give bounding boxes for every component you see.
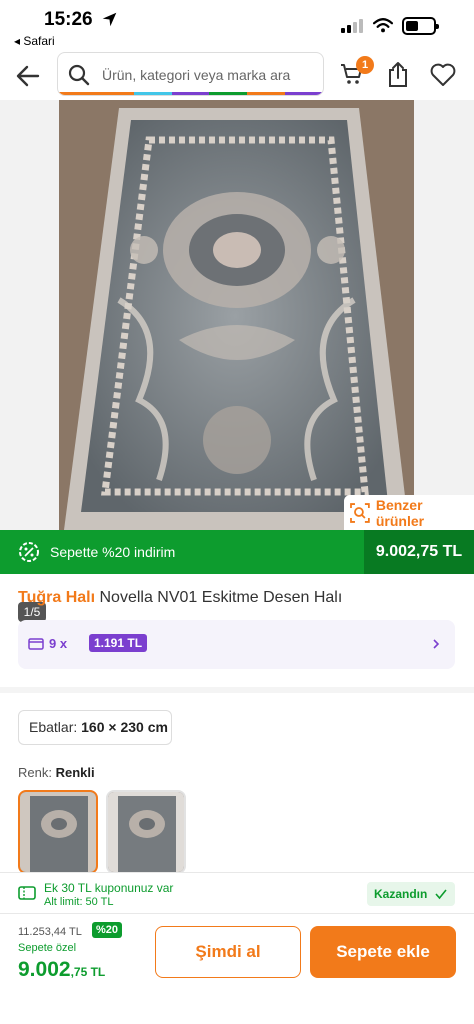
status-time: 15:26 [44,9,93,30]
signal-icon [341,19,363,33]
discount-badge-icon [19,542,39,562]
product-title: Tuğra Halı Novella NV01 Eskitme Desen Ha… [18,589,342,607]
size-value: 160 × 230 cm [81,719,168,735]
buy-now-button[interactable]: Şimdi al [155,926,301,978]
basket-special-label: Sepete özel [18,942,77,954]
search-placeholder: Ürün, kategori veya marka ara [102,67,291,83]
installment-count: 9 x [49,636,68,651]
coupon-won-label: Kazandın [374,887,428,901]
card-icon [28,638,44,650]
image-search-icon [350,502,370,523]
installment-amount: 1.191 TL [89,634,148,652]
location-arrow-icon [102,12,117,27]
discount-badge: %20 [92,922,123,938]
check-icon [435,889,447,900]
color-label-title: Renk: [18,765,52,780]
size-selector[interactable]: Ebatlar: 160 × 230 cm [18,710,172,745]
back-arrow-icon[interactable] [14,62,42,90]
wifi-icon [373,18,393,33]
color-variant[interactable] [106,790,186,874]
battery-icon [402,17,439,35]
similar-products-button[interactable]: Benzer ürünler [344,495,474,530]
coupon-icon [18,886,36,900]
basket-price-cents: ,75 TL [70,965,106,979]
color-label: Renk: Renkli [18,765,95,780]
promo-text: Sepette %20 indirim [50,544,176,560]
back-to-safari-link[interactable]: ◂ Safari [14,34,55,48]
share-icon[interactable] [387,61,409,88]
chevron-right-icon [433,639,440,649]
coupon-bar[interactable]: Ek 30 TL kuponunuz var Alt limit: 50 TL … [0,872,474,914]
similar-products-label: Benzer ürünler [375,496,425,529]
status-bar: 15:26 ◂ Safari [0,0,474,50]
cart-count-badge: 1 [356,56,374,74]
product-image[interactable] [59,100,414,530]
coupon-text: Ek 30 TL kuponunuz var [44,881,174,895]
size-label: Ebatlar: [29,719,78,735]
basket-price-main: 9.002 [18,958,71,981]
old-price: 11.253,44 TL [18,926,82,938]
color-value: Renkli [55,765,95,780]
section-divider [0,687,474,693]
add-to-cart-button[interactable]: Sepete ekle [310,926,456,978]
search-bar[interactable]: Ürün, kategori veya marka ara [57,52,324,96]
installment-banner[interactable]: 9 x 1.191 TL [18,620,455,669]
product-name: Novella NV01 Eskitme Desen Halı [99,589,343,606]
search-color-stripe [58,92,323,95]
promo-price: 9.002,75 TL [364,530,474,574]
heart-icon[interactable] [430,63,456,87]
search-icon [68,64,90,86]
coupon-won-button[interactable]: Kazandın [367,882,455,906]
coupon-limit: Alt limit: 50 TL [44,896,114,908]
top-navigation: Ürün, kategori veya marka ara 1 [0,52,474,100]
purchase-bar: 11.253,44 TL %20 Sepete özel 9.002,75 TL… [0,914,474,1024]
brand-link[interactable]: Tuğra Halı [18,589,95,606]
product-gallery[interactable]: 1/5 [0,100,474,622]
basket-discount-banner: Sepette %20 indirim 9.002,75 TL [0,530,474,574]
color-variant-selected[interactable] [18,790,98,874]
basket-price: 9.002,75 TL [18,958,105,982]
